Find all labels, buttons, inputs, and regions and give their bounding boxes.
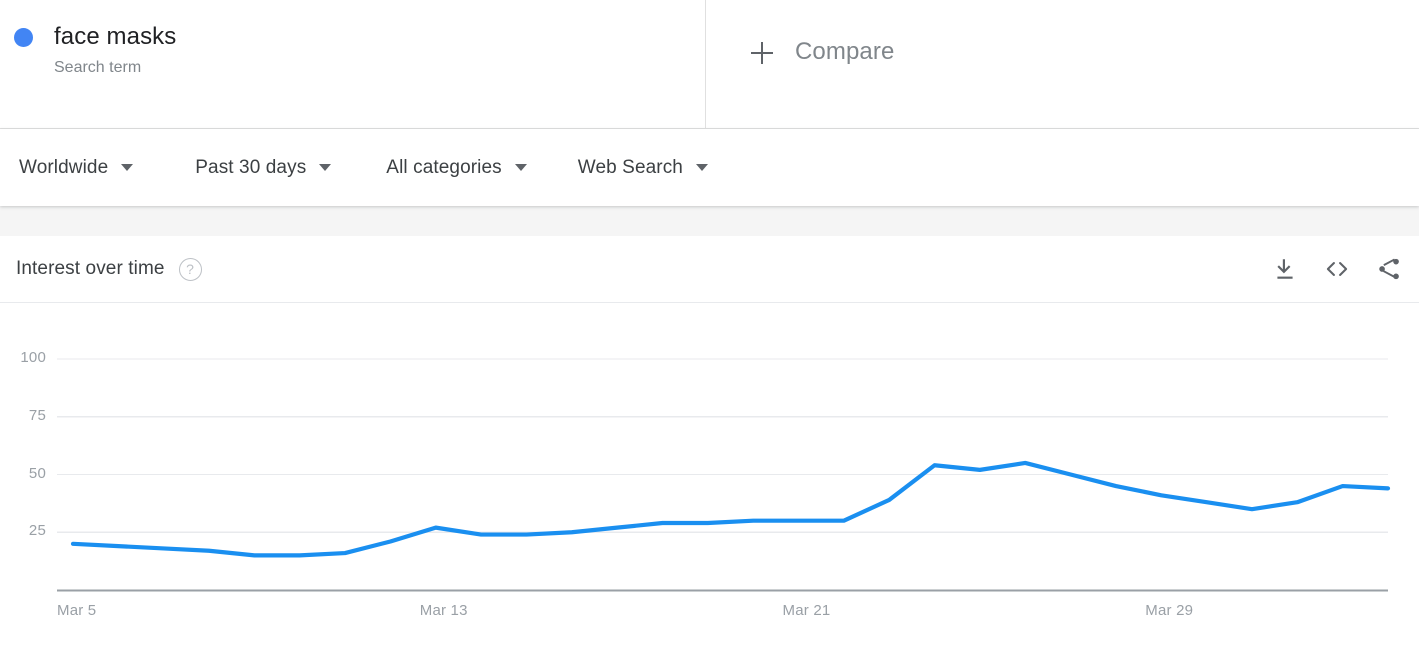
plus-icon xyxy=(751,42,773,64)
x-axis-tick-label: Mar 13 xyxy=(419,602,468,619)
series-line xyxy=(70,460,1391,558)
chevron-down-icon xyxy=(121,164,134,171)
download-icon[interactable] xyxy=(1272,256,1298,282)
chevron-down-icon xyxy=(319,164,332,171)
x-axis-tick-label: Mar 29 xyxy=(1145,602,1194,619)
interest-over-time-card: Interest over time ? 25 50 75 100 Mar 5 … xyxy=(0,236,1419,668)
search-term-card[interactable]: face masks Search term xyxy=(0,0,706,128)
compare-label: Compare xyxy=(795,38,895,65)
chevron-down-icon xyxy=(695,164,708,171)
search-term-title: face masks xyxy=(54,23,177,50)
x-axis-tick-label: Mar 5 xyxy=(57,602,97,619)
x-axis-tick-label: Mar 21 xyxy=(782,602,831,619)
y-axis-tick-label: 100 xyxy=(20,349,46,366)
y-axis-tick-label: 25 xyxy=(28,522,46,540)
filter-bar: Worldwide Past 30 days All categories We… xyxy=(0,129,1419,206)
share-icon[interactable] xyxy=(1376,256,1402,282)
y-axis-tick-label: 75 xyxy=(28,406,46,424)
y-axis-tick-label: 50 xyxy=(28,464,46,482)
series-color-dot xyxy=(14,28,33,47)
filter-search-type[interactable]: Web Search xyxy=(578,157,708,179)
filter-category-label: All categories xyxy=(386,156,502,178)
filter-time-range-label: Past 30 days xyxy=(195,156,307,178)
search-term-type: Search term xyxy=(54,59,142,76)
filter-location-label: Worldwide xyxy=(19,156,109,178)
section-divider xyxy=(0,206,1419,236)
add-comparison-button[interactable]: Compare xyxy=(706,0,1419,128)
card-header: Interest over time ? xyxy=(0,236,1419,303)
search-term-bar: face masks Search term Compare xyxy=(0,0,1419,129)
card-title: Interest over time xyxy=(16,258,165,279)
filter-time-range[interactable]: Past 30 days xyxy=(195,156,332,179)
chart-plot-area: 25 50 75 100 Mar 5 Mar 13 Mar 21 Mar 29 xyxy=(0,303,1419,668)
help-icon[interactable]: ? xyxy=(178,257,202,281)
interest-over-time-line-chart xyxy=(57,358,1391,592)
filter-location[interactable]: Worldwide xyxy=(19,156,134,179)
chevron-down-icon xyxy=(514,164,527,171)
filter-category[interactable]: All categories xyxy=(386,156,527,179)
embed-icon[interactable] xyxy=(1324,256,1350,282)
filter-search-type-label: Web Search xyxy=(577,156,683,178)
